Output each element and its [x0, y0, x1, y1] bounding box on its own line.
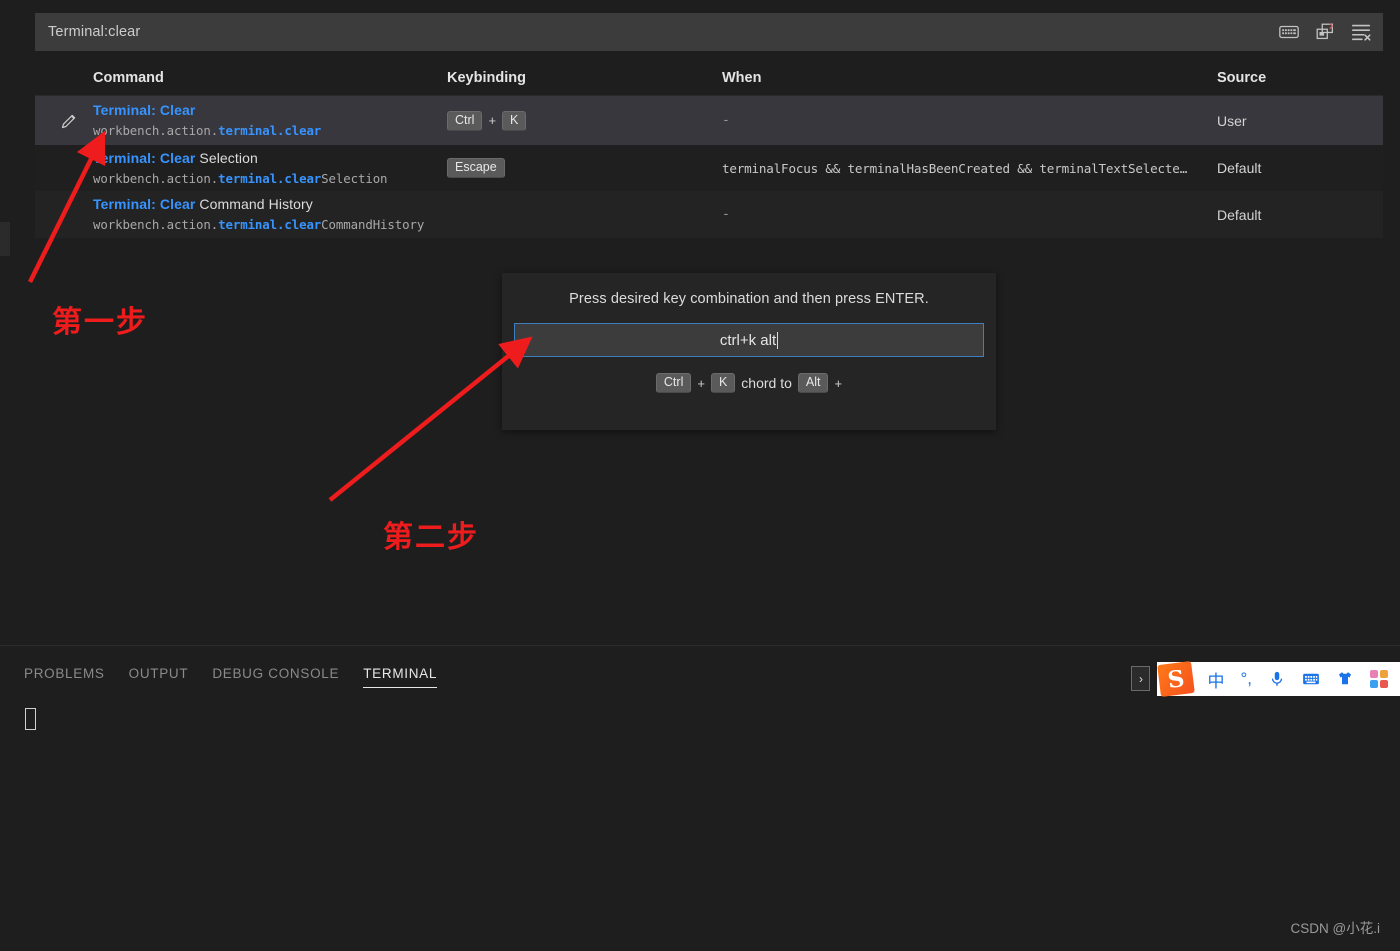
key-chip: Ctrl	[447, 110, 483, 131]
search-input[interactable]: Terminal:clear	[36, 14, 1278, 50]
key-chip: K	[502, 110, 527, 131]
skin-icon[interactable]	[1336, 670, 1354, 688]
capture-input-value: ctrl+k alt	[719, 331, 777, 349]
chord-label: chord to	[741, 375, 792, 391]
key-separator: +	[697, 375, 705, 391]
when-value: -	[722, 207, 730, 222]
editor-scrollbar[interactable]	[0, 222, 10, 256]
cell-command: Terminal: Clear workbench.action.termina…	[35, 96, 447, 145]
cell-source: User	[1217, 96, 1383, 145]
keybinding-capture-input[interactable]: ctrl+k alt	[514, 323, 984, 357]
ime-language-mode[interactable]: 中	[1207, 667, 1224, 692]
search-actions	[1278, 21, 1382, 43]
key-chip: Escape	[447, 158, 505, 178]
cell-when: -	[722, 96, 1217, 145]
key-chip: K	[710, 373, 736, 393]
keybinding-chips: Escape	[447, 158, 722, 178]
microphone-icon[interactable]	[1268, 670, 1286, 688]
command-id: workbench.action.terminal.clear	[93, 123, 322, 138]
column-header-command[interactable]: Command	[35, 70, 447, 86]
terminal-output[interactable]	[0, 696, 1400, 951]
source-value: Default	[1217, 160, 1262, 176]
table-row[interactable]: Terminal: Clear Selection workbench.acti…	[35, 145, 1383, 191]
cell-when: terminalFocus && terminalHasBeenCreated …	[722, 145, 1217, 191]
cell-keybinding: Escape	[447, 145, 722, 191]
sogou-logo-icon[interactable]: S	[1157, 661, 1196, 697]
chord-preview: Ctrl + K chord to Alt +	[502, 373, 996, 393]
command-title: Terminal: Clear	[93, 102, 196, 118]
command-title: Terminal: Clear Command History	[93, 196, 313, 212]
pencil-icon[interactable]	[59, 111, 79, 131]
key-separator: +	[834, 375, 843, 391]
terminal-cursor	[25, 708, 36, 730]
cell-keybinding	[447, 191, 722, 238]
cell-command: Terminal: Clear Command History workbenc…	[35, 191, 447, 238]
source-value: Default	[1217, 206, 1262, 223]
command-id: workbench.action.terminal.clearSelection	[93, 170, 388, 186]
tab-output[interactable]: OUTPUT	[129, 666, 189, 686]
sort-by-precedence-icon[interactable]	[1314, 21, 1336, 43]
table-row[interactable]: Terminal: Clear Command History workbenc…	[35, 191, 1383, 238]
column-header-keybinding[interactable]: Keybinding	[447, 70, 722, 86]
cell-keybinding: Ctrl + K	[447, 96, 722, 145]
cell-command: Terminal: Clear Selection workbench.acti…	[35, 145, 447, 191]
clear-keybindings-search-icon[interactable]	[1350, 21, 1372, 43]
arrow-to-capture-input	[328, 336, 533, 502]
cell-source: Default	[1217, 145, 1383, 191]
tab-terminal[interactable]: TERMINAL	[363, 666, 437, 688]
capture-prompt: Press desired key combination and then p…	[569, 291, 929, 307]
ime-toolbar: › S 中 °,	[1131, 661, 1400, 697]
keybindings-table-header: Command Keybinding When Source	[35, 60, 1383, 96]
column-header-source[interactable]: Source	[1217, 70, 1383, 86]
tab-problems[interactable]: PROBLEMS	[24, 666, 105, 686]
vscode-window: Terminal:clear Command Keybinding When S…	[0, 0, 1400, 951]
cell-source: Default	[1217, 191, 1383, 238]
key-separator: +	[488, 113, 497, 128]
record-keys-icon[interactable]	[1278, 21, 1300, 43]
keybindings-table-body: Terminal: Clear workbench.action.termina…	[35, 96, 1383, 238]
keybindings-editor: Terminal:clear Command Keybinding When S…	[0, 0, 1400, 645]
when-value: terminalFocus && terminalHasBeenCreated …	[722, 160, 1188, 176]
command-title: Terminal: Clear Selection	[93, 149, 258, 166]
text-caret	[777, 331, 779, 349]
table-row[interactable]: Terminal: Clear workbench.action.termina…	[35, 96, 1383, 145]
ime-punctuation-icon[interactable]: °,	[1240, 669, 1252, 689]
cell-when: -	[722, 191, 1217, 238]
annotation-step-two: 第二步	[383, 520, 479, 555]
annotation-step-one: 第一步	[52, 305, 148, 340]
command-id: workbench.action.terminal.clearCommandHi…	[93, 217, 425, 232]
when-value: -	[722, 113, 730, 128]
tab-debug-console[interactable]: DEBUG CONSOLE	[212, 666, 339, 686]
column-header-when[interactable]: When	[722, 70, 1217, 86]
bottom-panel: PROBLEMS OUTPUT DEBUG CONSOLE TERMINAL ›…	[0, 645, 1400, 951]
key-chip: Alt	[797, 373, 829, 393]
apps-grid-icon[interactable]	[1370, 670, 1388, 688]
source-value: User	[1217, 112, 1247, 129]
keybinding-chips: Ctrl + K	[447, 110, 722, 131]
watermark: CSDN @小花.i	[1290, 921, 1380, 936]
ime-expand-icon[interactable]: ›	[1131, 666, 1151, 691]
key-chip: Ctrl	[655, 373, 692, 393]
keyboard-icon[interactable]	[1302, 670, 1320, 688]
keybindings-search-bar[interactable]: Terminal:clear	[35, 13, 1383, 51]
define-keybinding-widget: Press desired key combination and then p…	[502, 273, 996, 430]
